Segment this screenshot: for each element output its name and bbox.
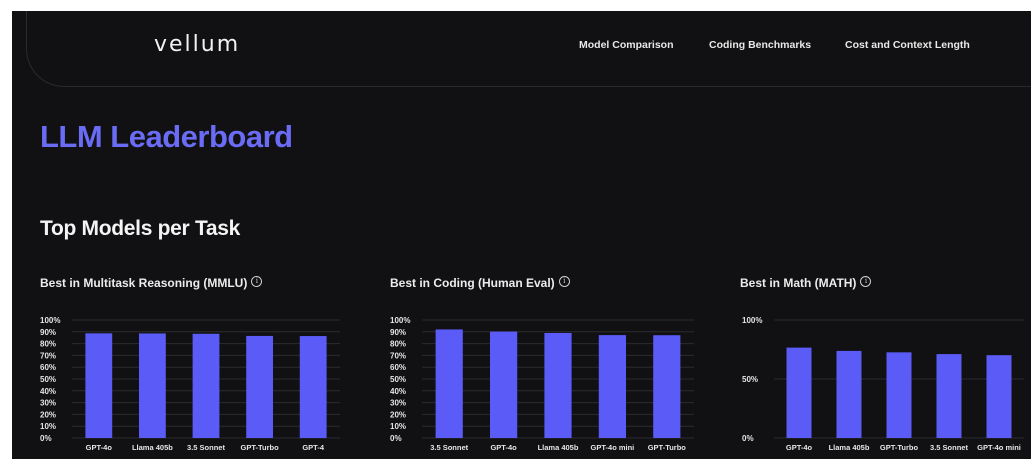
y-tick-label: 0% xyxy=(40,434,52,443)
y-tick-label: 100% xyxy=(742,316,762,325)
section-title: Top Models per Task xyxy=(40,217,241,240)
bar xyxy=(986,355,1012,438)
x-tick-label: Llama 405b xyxy=(538,443,579,452)
x-tick-label: GPT-Turbo xyxy=(240,443,279,452)
y-tick-label: 90% xyxy=(390,328,406,337)
chart-title-mmlu: Best in Multitask Reasoning (MMLU) i xyxy=(40,276,263,290)
bar xyxy=(139,333,166,438)
x-tick-label: GPT-Turbo xyxy=(648,443,687,452)
y-tick-label: 40% xyxy=(390,387,406,396)
y-tick-label: 20% xyxy=(390,410,406,419)
y-tick-label: 80% xyxy=(40,340,56,349)
y-tick-label: 20% xyxy=(40,410,56,419)
vellum-logo[interactable]: vellum xyxy=(154,32,240,57)
bar xyxy=(653,335,681,438)
y-tick-label: 100% xyxy=(390,316,410,325)
y-tick-label: 40% xyxy=(40,387,56,396)
y-tick-label: 60% xyxy=(390,363,406,372)
info-circle-icon[interactable]: i xyxy=(860,276,872,287)
x-tick-label: GPT-Turbo xyxy=(880,443,919,452)
nav-link-model-comparison[interactable]: Model Comparison xyxy=(579,39,674,51)
x-tick-label: GPT-4o mini xyxy=(977,443,1021,452)
bar-chart-math: 0% 50% 100% GPT-4o Llama 405b GPT-Turbo 3.5 So… xyxy=(742,316,1024,452)
chart-title-human-eval: Best in Coding (Human Eval) i xyxy=(390,276,570,290)
nav-link-coding-benchmarks[interactable]: Coding Benchmarks xyxy=(709,39,811,51)
y-tick-label: 0% xyxy=(390,434,402,443)
info-circle-icon[interactable]: i xyxy=(251,276,263,287)
page-frame: vellum Model Comparison Coding Benchmark… xyxy=(12,11,1031,459)
y-tick-label: 30% xyxy=(40,399,56,408)
chart-title-text: Best in Multitask Reasoning (MMLU) xyxy=(40,276,248,290)
y-tick-label: 0% xyxy=(742,434,754,443)
y-tick-label: 100% xyxy=(40,316,60,325)
bar xyxy=(246,335,273,438)
bar-chart-mmlu: 0% 10% 20% 30% 40% 50% 60% 70% 80% 90% 100% GPT-4o L… xyxy=(40,316,340,452)
bar xyxy=(598,335,626,438)
bar xyxy=(299,336,327,438)
y-tick-label: 70% xyxy=(390,351,406,360)
page-title: LLM Leaderboard xyxy=(40,119,293,154)
y-tick-label: 30% xyxy=(390,399,406,408)
chart-title-text: Best in Math (MATH) xyxy=(740,276,857,290)
y-tick-label: 60% xyxy=(40,363,56,372)
x-tick-label: Llama 405b xyxy=(132,443,173,452)
x-tick-label: 3.5 Sonnet xyxy=(430,443,468,452)
nav-link-cost-context[interactable]: Cost and Context Length xyxy=(845,39,970,51)
x-tick-label: GPT-4 xyxy=(302,443,325,452)
y-tick-label: 10% xyxy=(40,422,56,431)
x-tick-label: GPT-4o xyxy=(490,443,517,452)
x-tick-label: Llama 405b xyxy=(829,443,870,452)
x-tick-label: GPT-4o xyxy=(86,443,113,452)
x-tick-label: GPT-4o xyxy=(786,443,813,452)
chart-title-text: Best in Coding (Human Eval) xyxy=(390,276,555,290)
y-tick-label: 50% xyxy=(742,375,758,384)
top-navbar: vellum Model Comparison Coding Benchmark… xyxy=(26,11,1031,87)
bar xyxy=(192,333,220,438)
bar xyxy=(490,331,518,438)
bar xyxy=(936,354,962,438)
y-tick-label: 50% xyxy=(40,375,56,384)
bar xyxy=(85,333,113,438)
y-tick-label: 90% xyxy=(40,328,56,337)
bar xyxy=(886,352,912,438)
y-tick-label: 50% xyxy=(390,375,406,384)
y-tick-label: 80% xyxy=(390,340,406,349)
y-tick-label: 10% xyxy=(390,422,406,431)
chart-title-math: Best in Math (MATH) i xyxy=(740,276,872,290)
bar xyxy=(786,347,812,438)
bar xyxy=(836,350,862,438)
x-tick-label: GPT-4o mini xyxy=(591,443,635,452)
info-circle-icon[interactable]: i xyxy=(558,276,570,287)
x-tick-label: 3.5 Sonnet xyxy=(930,443,968,452)
bar xyxy=(544,332,572,438)
y-tick-label: 70% xyxy=(40,351,56,360)
bar xyxy=(435,329,463,438)
x-tick-label: 3.5 Sonnet xyxy=(187,443,225,452)
bar-chart-human-eval: 0% 10% 20% 30% 40% 50% 60% 70% 80% 90% 100% 3.5 Son… xyxy=(390,316,694,452)
